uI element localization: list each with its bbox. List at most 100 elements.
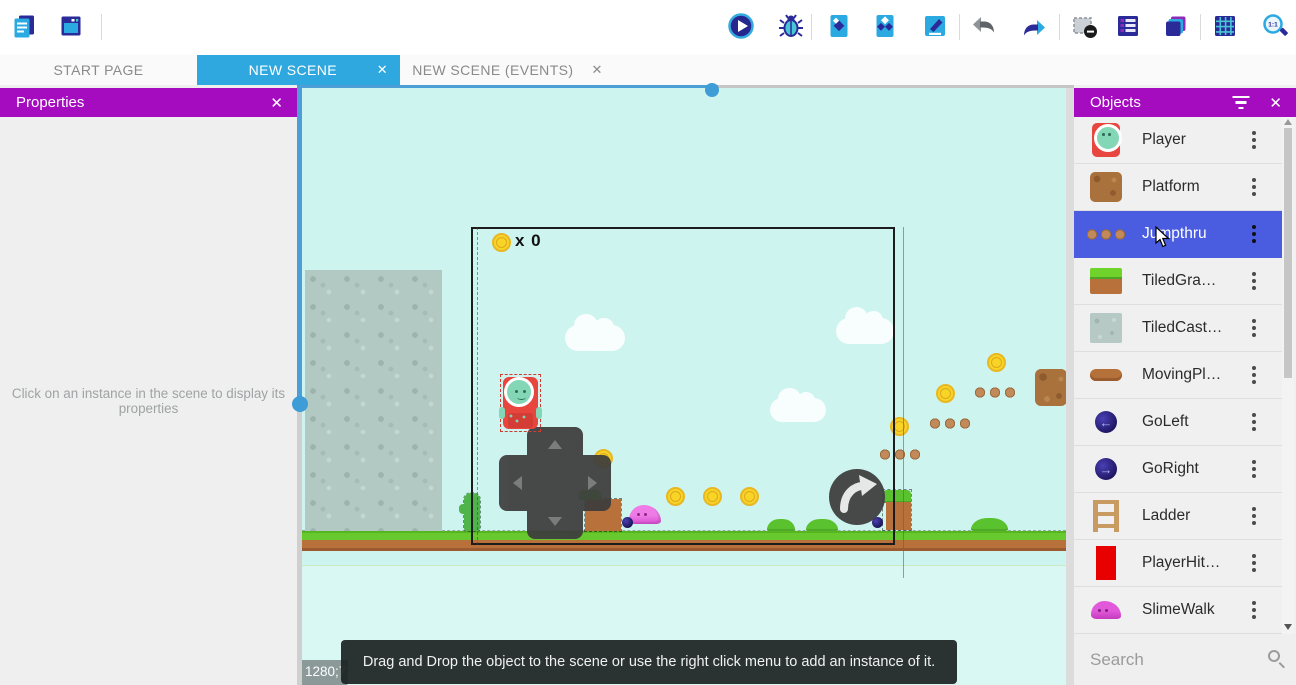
platform-thumbnail [1084, 165, 1128, 209]
object-row-player[interactable]: Player [1074, 117, 1282, 164]
instances-list-icon[interactable] [1114, 12, 1142, 40]
object-menu-button[interactable] [1226, 258, 1282, 304]
tab-new-scene[interactable]: NEW SCENE✕ [197, 55, 400, 85]
objects-search-bar [1074, 634, 1296, 685]
properties-panel-header: Properties ✕ [0, 88, 297, 117]
object-menu-button[interactable] [1226, 211, 1282, 257]
instance-grass-block[interactable] [883, 490, 911, 530]
ladder-thumbnail [1084, 494, 1128, 538]
undo-icon[interactable] [970, 12, 998, 40]
three-dots-icon [1252, 185, 1256, 189]
jump-arrow-icon [829, 469, 885, 525]
instance-coin[interactable] [703, 487, 722, 506]
divider-handle-left[interactable] [292, 396, 308, 412]
instance-jumpthru[interactable] [878, 447, 922, 462]
object-menu-button[interactable] [1226, 352, 1282, 398]
instance-ball[interactable] [622, 517, 633, 528]
object-row-movingplatform[interactable]: MovingPl… [1074, 352, 1282, 399]
tab-close-icon[interactable]: ✕ [377, 62, 388, 78]
play-preview-icon[interactable] [727, 12, 755, 40]
object-row-jumpthru[interactable]: Jumpthru [1074, 211, 1282, 258]
scene-properties-icon[interactable] [921, 12, 949, 40]
instance-jumpthru[interactable] [928, 416, 972, 431]
close-icon[interactable]: ✕ [266, 94, 287, 112]
instance-coin[interactable] [890, 417, 909, 436]
object-label: TiledCast… [1128, 319, 1226, 337]
clear-selection-icon[interactable] [1070, 12, 1098, 40]
instance-tiledcastle-wall[interactable] [305, 270, 442, 531]
filter-icon[interactable] [1231, 96, 1251, 110]
object-menu-button[interactable] [1226, 493, 1282, 539]
redo-icon[interactable] [1020, 12, 1048, 40]
project-manager-icon[interactable] [10, 12, 38, 40]
objects-scrollbar[interactable] [1282, 117, 1294, 634]
scene-editor-canvas[interactable]: x 0 1280;720 Drag and Drop the object to… [302, 85, 1066, 685]
object-row-goleft[interactable]: GoLeft [1074, 399, 1282, 446]
object-groups-editor-icon[interactable] [871, 12, 899, 40]
tab-close-icon[interactable]: ✕ [591, 62, 602, 78]
debugger-icon[interactable] [777, 12, 805, 40]
tab-start-page[interactable]: START PAGE [0, 55, 197, 85]
object-label: Player [1128, 131, 1226, 149]
instance-dpad-control[interactable] [499, 427, 611, 539]
dpad-down-arrow-icon [548, 517, 562, 526]
divider-handle-top[interactable] [705, 83, 719, 97]
instance-player[interactable] [501, 375, 540, 431]
object-row-ladder[interactable]: Ladder [1074, 493, 1282, 540]
movingplatform-thumbnail [1084, 353, 1128, 397]
dpad-right-arrow-icon [588, 476, 597, 490]
tab-new-scene-events[interactable]: NEW SCENE (EVENTS)✕ [400, 55, 615, 85]
vertical-divider-active[interactable] [297, 85, 302, 407]
zoom-initial-icon[interactable]: 1:1 [1261, 12, 1289, 40]
instance-ground[interactable] [302, 531, 1066, 551]
object-row-slimewalk[interactable]: SlimeWalk [1074, 587, 1282, 634]
object-row-playerhit[interactable]: PlayerHit… [1074, 540, 1282, 587]
object-row-goright[interactable]: GoRight [1074, 446, 1282, 493]
instance-bush[interactable] [971, 518, 1008, 531]
search-input[interactable] [1074, 634, 1296, 685]
objects-editor-icon[interactable] [825, 12, 853, 40]
toggle-grid-icon[interactable] [1211, 12, 1239, 40]
instance-jump-button[interactable] [829, 469, 885, 525]
start-page-icon[interactable] [57, 12, 85, 40]
tab-label: START PAGE [53, 62, 143, 78]
instance-jumpthru[interactable] [973, 385, 1017, 400]
window-mask-line [477, 227, 478, 545]
object-row-tiledcastle[interactable]: TiledCast… [1074, 305, 1282, 352]
scrollbar-up-icon[interactable] [1284, 119, 1292, 125]
search-icon [1268, 650, 1280, 662]
instance-cloud[interactable] [770, 398, 826, 422]
svg-text:1:1: 1:1 [1268, 22, 1278, 29]
player-thumbnail [1084, 118, 1128, 162]
object-menu-button[interactable] [1226, 164, 1282, 210]
vertical-divider[interactable] [297, 407, 302, 685]
scrollbar-down-icon[interactable] [1284, 624, 1292, 630]
jumpthru-thumbnail [1084, 212, 1128, 256]
instance-cloud[interactable] [836, 318, 894, 344]
three-dots-icon [1252, 232, 1256, 236]
object-menu-button[interactable] [1226, 540, 1282, 586]
instance-big-block[interactable] [1035, 369, 1066, 406]
object-menu-button[interactable] [1226, 117, 1282, 163]
instance-coin[interactable] [740, 487, 759, 506]
object-row-tiledgrass[interactable]: TiledGra… [1074, 258, 1282, 305]
horizontal-divider-active[interactable] [297, 85, 718, 88]
object-menu-button[interactable] [1226, 305, 1282, 351]
instance-coin[interactable] [987, 353, 1006, 372]
layers-editor-icon[interactable] [1162, 12, 1190, 40]
instance-bush[interactable] [767, 519, 795, 531]
object-menu-button[interactable] [1226, 399, 1282, 445]
object-row-platform[interactable]: Platform [1074, 164, 1282, 211]
instance-cloud[interactable] [565, 325, 625, 351]
close-icon[interactable]: ✕ [1265, 94, 1286, 112]
instance-coin[interactable] [936, 384, 955, 403]
scrollbar-thumb[interactable] [1284, 128, 1292, 378]
instance-slime[interactable] [629, 505, 661, 524]
object-menu-button[interactable] [1226, 587, 1282, 633]
right-panel-divider[interactable] [1066, 85, 1074, 685]
tab-label: NEW SCENE [209, 62, 377, 78]
goright-thumbnail [1084, 447, 1128, 491]
instance-coin[interactable] [666, 487, 685, 506]
toolbar-separator [811, 14, 812, 40]
object-menu-button[interactable] [1226, 446, 1282, 492]
